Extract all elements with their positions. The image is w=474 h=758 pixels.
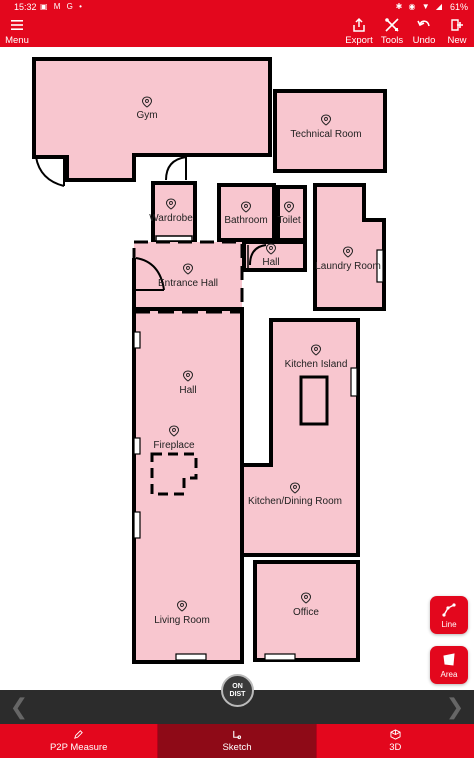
- on-dist-button[interactable]: ON DIST: [221, 674, 254, 707]
- tab-p2p-measure[interactable]: P2P Measure: [0, 724, 159, 758]
- area-tool-button[interactable]: Area: [430, 646, 468, 684]
- label-living-room: Living Room: [154, 615, 210, 626]
- line-tool-label: Line: [441, 619, 457, 629]
- room-entrance-hall[interactable]: [132, 240, 244, 311]
- label-small-hall: Hall: [262, 257, 279, 268]
- label-fireplace: Fireplace: [153, 440, 195, 451]
- on-dist-line2: DIST: [229, 690, 246, 698]
- line-tool-icon: [442, 602, 456, 617]
- tools-label: Tools: [380, 35, 404, 46]
- tab-p2p-measure-label: P2P Measure: [49, 742, 108, 753]
- label-technical-room: Technical Room: [290, 129, 361, 140]
- sketch-icon: [233, 730, 242, 740]
- status-bar: 15:32 ▣ M G • ✱ ◉ ▼ ◢ 61%: [0, 0, 474, 14]
- label-laundry-room: Laundry Room: [315, 261, 381, 272]
- new-sketch-icon: [451, 19, 463, 31]
- label-entrance-hall: Entrance Hall: [158, 278, 218, 289]
- room-bathroom[interactable]: [217, 183, 276, 242]
- gym-door: [35, 156, 65, 187]
- room-kitchen-dining[interactable]: [240, 318, 360, 557]
- menu-button[interactable]: Menu: [4, 14, 30, 47]
- tab-3d[interactable]: 3D: [316, 724, 474, 758]
- sketch-canvas[interactable]: Gym Technical Room Wardrobe Bathroom Toi…: [0, 47, 474, 690]
- hamburger-menu-icon: [11, 20, 23, 30]
- notification-icons: ▣ M G •: [40, 2, 84, 11]
- label-bathroom: Bathroom: [224, 215, 267, 226]
- area-tool-icon: [443, 652, 455, 666]
- kitchen-island[interactable]: [299, 375, 329, 426]
- label-gym: Gym: [136, 110, 157, 121]
- tools-icon: [385, 18, 399, 32]
- undo-icon: [417, 20, 430, 27]
- label-kitchen-island: Kitchen Island: [285, 359, 348, 370]
- undo-button[interactable]: Undo: [410, 14, 438, 47]
- tab-sketch[interactable]: Sketch: [158, 724, 317, 758]
- cube-icon: [390, 729, 401, 740]
- battery-level: 61%: [449, 2, 468, 12]
- bottom-tab-bar: P2P Measure Sketch 3D: [0, 724, 474, 758]
- new-label: New: [447, 35, 467, 46]
- export-label: Export: [345, 35, 373, 46]
- share-export-icon: [353, 17, 365, 32]
- tab-sketch-label: Sketch: [222, 742, 252, 753]
- undo-label: Undo: [412, 35, 436, 46]
- label-office: Office: [293, 607, 319, 618]
- status-time: 15:32: [14, 2, 37, 12]
- menu-label: Menu: [5, 35, 29, 46]
- area-tool-label: Area: [440, 669, 458, 679]
- chevron-right-icon[interactable]: ❯: [442, 694, 468, 720]
- tab-3d-label: 3D: [389, 742, 402, 753]
- toolbar: Menu Export Tools Undo New: [0, 14, 474, 47]
- label-wardrobe: Wardrobe: [149, 213, 193, 224]
- app-root: 15:32 ▣ M G • ✱ ◉ ▼ ◢ 61% Menu Export To…: [0, 0, 474, 758]
- room-toilet[interactable]: [276, 185, 307, 242]
- tools-button[interactable]: Tools: [378, 14, 406, 47]
- wardrobe-door: [165, 155, 187, 181]
- label-kitchen-dining-room: Kitchen/Dining Room: [248, 496, 342, 507]
- pencil-icon: [74, 730, 83, 739]
- chevron-left-icon[interactable]: ❮: [6, 694, 32, 720]
- floor-plan[interactable]: Gym Technical Room Wardrobe Bathroom Toi…: [0, 47, 474, 690]
- room-hall[interactable]: [132, 307, 244, 664]
- system-icons: ✱ ◉ ▼ ◢: [395, 2, 444, 11]
- export-button[interactable]: Export: [343, 14, 375, 47]
- new-button[interactable]: New: [444, 14, 470, 47]
- label-toilet: Toilet: [277, 215, 301, 226]
- label-hall: Hall: [179, 385, 196, 396]
- on-dist-line1: ON: [232, 682, 243, 690]
- line-tool-button[interactable]: Line: [430, 596, 468, 634]
